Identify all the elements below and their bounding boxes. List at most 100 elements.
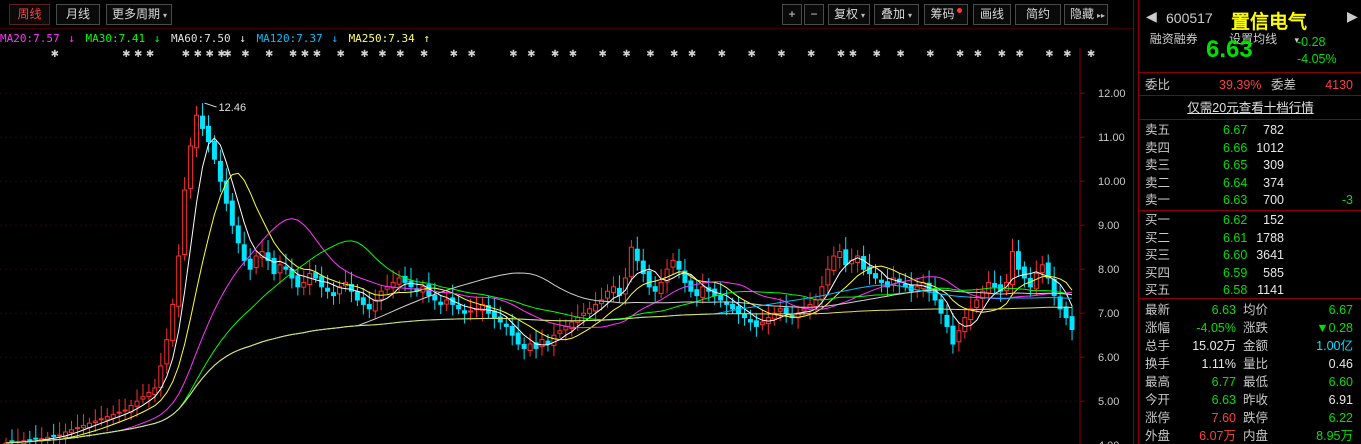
event-marker-icon: ✱ xyxy=(122,49,130,60)
adjust-price-dropdown[interactable]: 复权 ▾ xyxy=(828,4,870,25)
candle-body xyxy=(152,387,158,396)
candle-body xyxy=(146,391,152,398)
event-marker-icon: ✱ xyxy=(926,49,934,60)
candle-body xyxy=(1069,316,1075,330)
order-diff-label: 委差 xyxy=(1271,78,1297,92)
candle-body xyxy=(843,249,849,266)
event-marker-icon: ✱ xyxy=(569,49,577,60)
event-marker-icon: ✱ xyxy=(873,49,881,60)
week-period-label: 周线 xyxy=(17,7,42,21)
event-marker-icon: ✱ xyxy=(360,49,368,60)
candle-body xyxy=(200,115,206,129)
chevron-left-icon[interactable]: ◀ xyxy=(1146,8,1157,25)
candle-body xyxy=(468,310,474,313)
buy-level-row[interactable]: 买五 6.58 1141 xyxy=(1139,281,1361,299)
max-price-label: 12.46 xyxy=(219,102,247,114)
more-period-dropdown[interactable]: 更多周期 ▾ xyxy=(106,4,172,25)
buy-level-row[interactable]: 买一 6.62 152 xyxy=(1139,211,1361,229)
stat-value: 6.63 xyxy=(1211,393,1236,407)
candle-body xyxy=(33,437,39,440)
candle-body xyxy=(205,125,211,143)
candle-body xyxy=(194,114,200,149)
candle-body xyxy=(432,294,438,301)
draw-line-label: 画线 xyxy=(979,7,1004,21)
chevron-right-icon[interactable]: ▶ xyxy=(1347,8,1358,25)
level-volume: 782 xyxy=(1263,123,1284,137)
level-price: 6.67 xyxy=(1223,123,1248,137)
stat-value: 1.11% xyxy=(1201,357,1236,371)
event-marker-icon: ✱ xyxy=(313,49,321,60)
candle-body xyxy=(277,264,283,274)
candle-body xyxy=(27,439,33,442)
event-marker-icon: ✱ xyxy=(622,49,630,60)
quote-panel: ◀ 600517 置信电气 ▶ 6.63 -0.28 -4.05% 委比 39.… xyxy=(1138,0,1361,444)
candle-body xyxy=(634,248,640,261)
order-ratio-row: 委比 39.39% 委差 4130 xyxy=(1139,76,1361,94)
stat-value: 0.46 xyxy=(1328,357,1353,371)
overlay-dropdown[interactable]: 叠加 ▾ xyxy=(874,4,919,25)
candle-body xyxy=(610,286,616,293)
event-marker-icon: ✱ xyxy=(194,49,202,60)
buy-level-row[interactable]: 买二 6.61 1788 xyxy=(1139,229,1361,247)
candle-body xyxy=(747,319,753,323)
event-marker-icon: ✱ xyxy=(974,49,982,60)
moving-average-legend: MA20:7.57 ↓ MA30:7.41 ↓ MA60:7.50 ↓ MA12… xyxy=(0,31,1133,47)
level-price: 6.64 xyxy=(1223,175,1248,190)
candle-body xyxy=(503,323,509,327)
zoom-out-button[interactable]: − xyxy=(804,4,824,25)
chip-distribution-button[interactable]: 筹码 xyxy=(924,4,968,25)
candle-body xyxy=(188,145,194,190)
sell-level-row[interactable]: 卖五 6.67 782 xyxy=(1139,121,1361,139)
stock-name: 置信电气 xyxy=(1231,12,1308,33)
draw-line-button[interactable]: 画线 xyxy=(973,4,1011,25)
level-volume: 3641 xyxy=(1256,248,1284,262)
stat-label: 最低 xyxy=(1243,375,1269,389)
event-marker-icon: ✱ xyxy=(551,49,559,60)
candle-body xyxy=(354,291,360,301)
event-marker-icon: ✱ xyxy=(777,49,785,60)
sell-level-row[interactable]: 卖二 6.64 374 xyxy=(1139,174,1361,192)
more-period-label: 更多周期 xyxy=(112,7,161,21)
candle-body xyxy=(861,256,867,270)
candle-body xyxy=(1033,273,1039,290)
candle-body xyxy=(581,312,587,316)
week-period-tab[interactable]: 周线 xyxy=(9,4,50,25)
candle-body xyxy=(307,273,313,285)
level-label: 买一 xyxy=(1145,213,1171,227)
candle-body xyxy=(819,286,825,300)
simple-mode-button[interactable]: 简约 xyxy=(1015,4,1061,25)
chip-distribution-label: 筹码 xyxy=(930,7,955,21)
y-tick-label: 5.00 xyxy=(1098,396,1119,408)
price-change: -0.28 xyxy=(1297,35,1326,49)
stat-value: 6.22 xyxy=(1328,411,1353,425)
candle-body xyxy=(295,275,301,288)
chevron-down-icon: ▾ xyxy=(861,11,866,20)
sell-level-row[interactable]: 卖一 6.63 700 -3 xyxy=(1139,191,1361,209)
hide-panel-button[interactable]: 隐藏 ▸▸ xyxy=(1064,4,1108,25)
buy-level-row[interactable]: 买三 6.60 3641 xyxy=(1139,246,1361,264)
month-period-tab[interactable]: 月线 xyxy=(56,4,100,25)
candle-body xyxy=(986,281,992,294)
level2-promo-link[interactable]: 仅需20元查看十档行情 xyxy=(1139,99,1361,117)
zoom-in-button[interactable]: + xyxy=(782,4,802,25)
candle-body xyxy=(628,246,634,278)
candle-body xyxy=(831,255,837,272)
event-marker-icon: ✱ xyxy=(301,49,309,60)
candle-body xyxy=(57,434,63,437)
chart-toolbar: 周线 月线 更多周期 ▾ + − 复权 ▾ 叠加 ▾ 筹码 画线 简约 隐藏 ▸▸ xyxy=(0,0,1133,29)
stat-label: 涨停 xyxy=(1145,411,1171,425)
candle-body xyxy=(545,340,551,345)
level-price: 6.59 xyxy=(1223,265,1248,280)
candlestick-chart[interactable]: 12.00 11.00 10.00 9.00 8.00 7.00 6.00 5.00 4.00 1… xyxy=(0,48,1133,444)
stat-label: 跌停 xyxy=(1243,411,1269,425)
sell-level-row[interactable]: 卖三 6.65 309 xyxy=(1139,156,1361,174)
event-marker-icon: ✱ xyxy=(468,49,476,60)
event-marker-icon: ✱ xyxy=(837,49,845,60)
stat-row: 今开 6.63 昨收 6.91 xyxy=(1139,391,1361,409)
stat-label: 涨幅 xyxy=(1145,321,1171,335)
candle-body xyxy=(331,292,337,297)
buy-level-row[interactable]: 买四 6.59 585 xyxy=(1139,264,1361,282)
candle-body xyxy=(515,332,521,345)
sell-level-row[interactable]: 卖四 6.66 1012 xyxy=(1139,139,1361,157)
candle-body xyxy=(724,301,730,305)
